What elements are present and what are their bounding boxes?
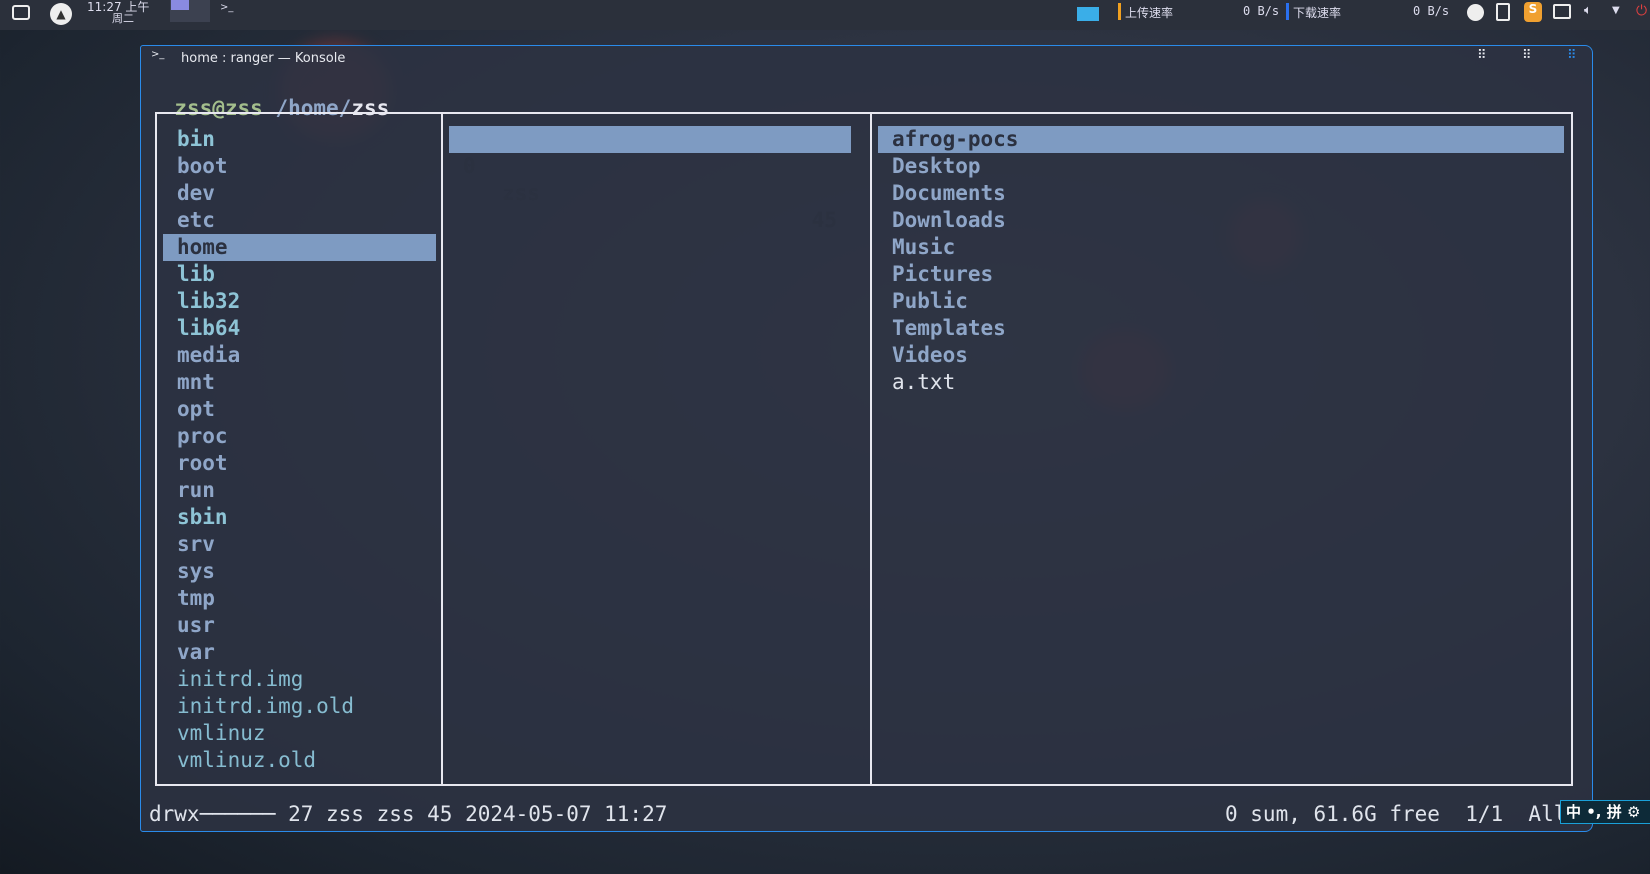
preview_column-entry[interactable]: Downloads bbox=[878, 207, 1564, 234]
konsole-window: >_ home : ranger — Konsole ⠿ ⠿ ⠿ zss@zss… bbox=[140, 45, 1593, 832]
preview_column-entry[interactable]: Videos bbox=[878, 342, 1564, 369]
menu-arrow-icon[interactable]: ▼ bbox=[1612, 5, 1620, 16]
weekday: 周二 bbox=[112, 12, 134, 25]
upload-bar bbox=[1118, 3, 1121, 20]
parent_column-entry[interactable]: mnt bbox=[163, 369, 436, 396]
parent_column-entry[interactable]: srv bbox=[163, 531, 436, 558]
divider bbox=[441, 114, 443, 784]
power-icon[interactable]: ⏻ bbox=[1636, 3, 1647, 19]
preview_column-entry[interactable]: afrog-pocs bbox=[878, 126, 1564, 153]
window-title: home : ranger — Konsole bbox=[181, 51, 346, 66]
preview_column-entry[interactable]: a.txt bbox=[878, 369, 1564, 396]
parent_column-entry[interactable]: vmlinuz bbox=[163, 720, 436, 747]
ranger-panes: bin boot dev etc home lib lib32 lib64 media mnt op… bbox=[155, 112, 1573, 786]
entry-index: 0 bbox=[463, 154, 476, 178]
upload-value: 0 B/s bbox=[1243, 4, 1280, 18]
download-value: 0 B/s bbox=[1413, 4, 1450, 18]
parent_column-entry[interactable]: media bbox=[163, 342, 436, 369]
parent_column-entry[interactable]: initrd.img.old bbox=[163, 693, 436, 720]
preview_column-entry[interactable]: Documents bbox=[878, 180, 1564, 207]
parent_column-entry[interactable]: home bbox=[163, 234, 436, 261]
maximize-button[interactable]: ⠿ bbox=[1567, 48, 1577, 63]
parent_column-entry[interactable]: lib32 bbox=[163, 288, 436, 315]
parent_column-entry[interactable]: initrd.img bbox=[163, 666, 436, 693]
upload-label: 上传速率 bbox=[1125, 6, 1174, 20]
parent_column-entry[interactable]: boot bbox=[163, 153, 436, 180]
parent_column-entry[interactable]: var bbox=[163, 639, 436, 666]
parent_column-entry[interactable]: sys bbox=[163, 558, 436, 585]
parent_column-entry[interactable]: lib64 bbox=[163, 315, 436, 342]
sogou-icon[interactable]: S bbox=[1524, 2, 1542, 22]
ime-toolbar[interactable]: 中 •, 拼 ⚙ bbox=[1560, 800, 1650, 824]
keep-below-button[interactable]: ⠿ bbox=[1477, 48, 1486, 63]
divider bbox=[870, 114, 872, 784]
volume-icon[interactable]: 🔈︎ bbox=[1584, 3, 1592, 18]
parent_column-entry[interactable]: run bbox=[163, 477, 436, 504]
download-label: 下载速率 bbox=[1293, 6, 1342, 20]
status-left: drwx────── 27 zss zss 45 2024-05-07 11:2… bbox=[149, 802, 668, 826]
minimize-button[interactable]: ⠿ bbox=[1522, 48, 1532, 63]
workspace-pager[interactable] bbox=[170, 0, 210, 22]
show-desktop-icon[interactable] bbox=[12, 5, 30, 20]
preview_column-entry[interactable]: Desktop bbox=[878, 153, 1564, 180]
active-workspace[interactable] bbox=[171, 0, 189, 10]
parent_column-entry[interactable]: dev bbox=[163, 180, 436, 207]
status-right: 0 sum, 61.6G free 1/1 All bbox=[1225, 802, 1567, 826]
launcher-icon[interactable]: ▲ bbox=[50, 3, 72, 25]
display-icon[interactable] bbox=[1553, 4, 1571, 19]
konsole-icon: >_ bbox=[151, 49, 165, 60]
parent_column-entry[interactable]: vmlinuz.old bbox=[163, 747, 436, 774]
parent_column-entry[interactable]: usr bbox=[163, 612, 436, 639]
entry-name: zss bbox=[502, 181, 540, 205]
download-bar bbox=[1286, 3, 1289, 20]
parent_column-entry[interactable]: sbin bbox=[163, 504, 436, 531]
parent_column-entry[interactable]: opt bbox=[163, 396, 436, 423]
terminal-task-icon[interactable]: >_ bbox=[220, 2, 233, 13]
preview_column-entry[interactable]: Templates bbox=[878, 315, 1564, 342]
current-entry[interactable]: 0 zss 45 bbox=[449, 126, 851, 232]
preview_column-entry[interactable]: Music bbox=[878, 234, 1564, 261]
entry-count: 45 bbox=[811, 208, 837, 232]
parent_column-entry[interactable]: bin bbox=[163, 126, 436, 153]
title-bar[interactable]: >_ home : ranger — Konsole ⠿ ⠿ ⠿ bbox=[141, 46, 1592, 70]
parent_column-entry[interactable]: lib bbox=[163, 261, 436, 288]
preview_column-entry[interactable]: Pictures bbox=[878, 261, 1564, 288]
window-preview[interactable] bbox=[1077, 7, 1099, 21]
parent_column-entry[interactable]: etc bbox=[163, 207, 436, 234]
parent_column-entry[interactable]: proc bbox=[163, 423, 436, 450]
preview_column-entry[interactable]: Public bbox=[878, 288, 1564, 315]
parent_column-entry[interactable]: tmp bbox=[163, 585, 436, 612]
update-icon[interactable] bbox=[1467, 4, 1484, 21]
taskbar: ▲ 11:27 上午 周二 >_ 上传速率 0 B/s 下载速率 0 B/s S… bbox=[0, 0, 1650, 30]
parent_column-entry[interactable]: root bbox=[163, 450, 436, 477]
clipboard-icon[interactable] bbox=[1496, 3, 1510, 21]
